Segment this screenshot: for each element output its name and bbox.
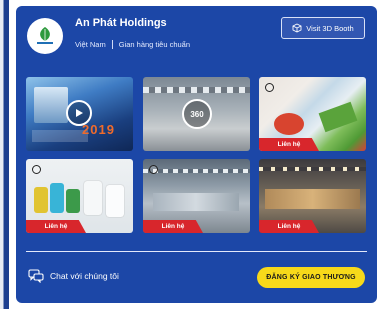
visit-3d-booth-label: Visit 3D Booth — [306, 23, 354, 33]
adjacent-panel-edge — [0, 0, 9, 309]
media-thumb-360[interactable]: 360 — [143, 77, 250, 151]
blue-roll-graphic — [50, 183, 64, 213]
machinery-graphic — [153, 193, 239, 211]
cube-icon — [292, 23, 302, 33]
chat-bubbles-icon — [28, 269, 44, 283]
media-thumb-factory-1[interactable]: Liên hệ — [143, 159, 250, 233]
chat-label: Chat với chúng tôi — [50, 271, 119, 281]
meta-separator — [111, 40, 113, 49]
media-thumb-product-2[interactable]: Liên hệ — [26, 159, 133, 233]
contact-tag[interactable]: Liên hệ — [259, 138, 319, 151]
video-year-text: 2019 — [82, 122, 115, 137]
contact-tag[interactable]: Liên hệ — [143, 220, 203, 233]
company-country: Việt Nam — [75, 40, 106, 49]
company-name[interactable]: An Phát Holdings — [75, 17, 167, 29]
company-logo[interactable] — [27, 18, 63, 54]
media-type-icon — [32, 165, 41, 174]
production-lights — [259, 167, 366, 171]
contact-tag[interactable]: Liên hệ — [259, 220, 319, 233]
media-type-icon — [265, 83, 274, 92]
footer-divider — [26, 251, 367, 252]
factory-lights — [143, 169, 250, 173]
production-line-graphic — [265, 189, 360, 209]
video-caption-strip — [32, 130, 88, 142]
white-roll-graphic — [84, 181, 102, 215]
white-roll-graphic-2 — [106, 185, 124, 217]
register-trade-button[interactable]: ĐĂNG KÝ GIAO THƯƠNG — [257, 267, 365, 288]
contact-tag[interactable]: Liên hệ — [26, 220, 86, 233]
green-roll-graphic — [66, 189, 80, 213]
tomato-graphic — [274, 113, 304, 135]
warehouse-ceiling-lights — [143, 87, 250, 93]
visit-3d-booth-button[interactable]: Visit 3D Booth — [281, 17, 365, 39]
chat-button[interactable]: Chat với chúng tôi — [28, 269, 119, 283]
media-thumb-video[interactable]: 2019 — [26, 77, 133, 151]
view-360-icon[interactable]: 360 — [182, 99, 212, 129]
media-thumb-product-1[interactable]: Liên hệ — [259, 77, 366, 151]
media-type-icon — [149, 165, 158, 174]
booth-package: Gian hàng tiêu chuẩn — [118, 40, 191, 49]
media-thumb-factory-2[interactable]: Liên hệ — [259, 159, 366, 233]
company-meta: Việt Nam Gian hàng tiêu chuẩn — [75, 40, 190, 49]
leaf-logo-icon — [37, 27, 53, 44]
exhibitor-card: An Phát Holdings Việt Nam Gian hàng tiêu… — [16, 6, 377, 303]
factory-building-graphic — [34, 87, 68, 123]
yellow-roll-graphic — [34, 187, 48, 213]
